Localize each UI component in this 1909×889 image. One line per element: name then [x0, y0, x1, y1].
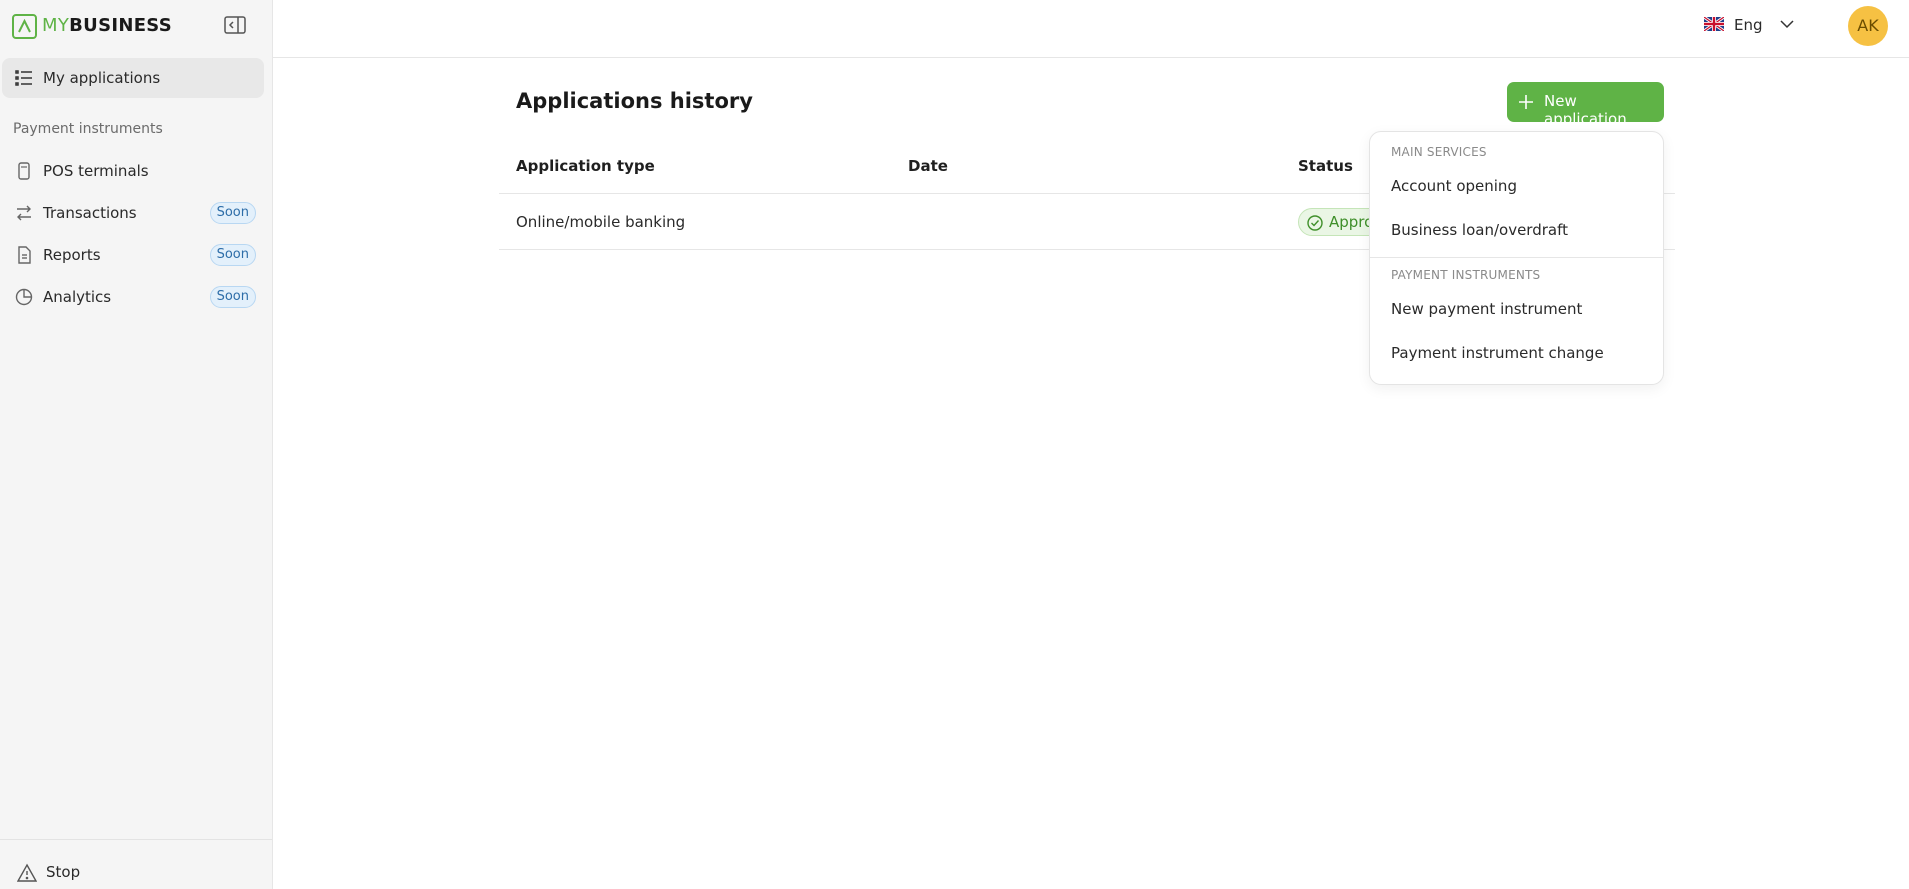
soon-badge: Soon	[209, 244, 256, 266]
sidebar-item-label: Transactions	[43, 204, 137, 222]
sidebar-item-analytics[interactable]: Analytics Soon	[2, 277, 264, 317]
menu-divider	[1370, 257, 1663, 258]
menu-item-label: New payment instrument	[1391, 300, 1583, 318]
status-label: Appro	[1329, 213, 1374, 231]
new-application-label: New application	[1544, 92, 1627, 128]
warning-icon	[17, 863, 37, 882]
logo-icon	[12, 14, 37, 39]
menu-item-label: Account opening	[1391, 177, 1517, 195]
sidebar-item-transactions[interactable]: Transactions Soon	[2, 193, 264, 233]
column-header-type: Application type	[516, 157, 655, 175]
plus-icon	[1519, 95, 1533, 109]
menu-item-business-loan[interactable]: Business loan/overdraft	[1370, 212, 1663, 250]
new-application-menu: MAIN SERVICES Account opening Business l…	[1369, 131, 1664, 385]
menu-section-payment-instruments: PAYMENT INSTRUMENTS	[1391, 268, 1541, 282]
new-application-button[interactable]: New application	[1507, 82, 1664, 128]
top-bar: Eng AK	[273, 0, 1909, 58]
page-title: Applications history	[516, 89, 753, 113]
menu-item-new-payment-instrument[interactable]: New payment instrument	[1370, 291, 1663, 329]
menu-item-account-opening[interactable]: Account opening	[1370, 168, 1663, 206]
sidebar-footer: Stop	[0, 839, 272, 889]
sidebar-item-reports[interactable]: Reports Soon	[2, 235, 264, 275]
stop-label: Stop	[46, 863, 81, 881]
list-icon	[15, 69, 33, 87]
sidebar-item-my-applications[interactable]: My applications	[2, 58, 264, 98]
document-icon	[15, 246, 33, 264]
menu-section-main-services: MAIN SERVICES	[1391, 145, 1487, 159]
menu-item-label: Payment instrument change	[1391, 344, 1604, 362]
language-selector[interactable]: Eng	[1704, 15, 1799, 37]
check-circle-icon	[1307, 215, 1323, 231]
pos-terminal-icon	[15, 162, 33, 180]
app-root: MYBUSINESS My applications Payment instr…	[0, 0, 1909, 889]
sidebar-item-pos-terminals[interactable]: POS terminals	[2, 151, 264, 191]
soon-badge: Soon	[209, 286, 256, 308]
brand-name: MYBUSINESS	[42, 15, 173, 36]
chevron-down-icon	[1780, 20, 1794, 29]
transfer-arrows-icon	[15, 204, 33, 222]
column-header-status: Status	[1298, 157, 1353, 175]
uk-flag-icon	[1704, 17, 1724, 31]
sidebar-item-label: Reports	[43, 246, 101, 264]
language-label: Eng	[1734, 16, 1763, 34]
sidebar: MYBUSINESS My applications Payment instr…	[0, 0, 273, 889]
column-header-date: Date	[908, 157, 948, 175]
menu-item-payment-instrument-change[interactable]: Payment instrument change	[1370, 335, 1663, 373]
soon-badge: Soon	[209, 202, 256, 224]
sidebar-item-label: POS terminals	[43, 162, 149, 180]
sidebar-section-label: Payment instruments	[13, 121, 163, 137]
avatar[interactable]: AK	[1848, 6, 1888, 46]
collapse-sidebar-icon[interactable]	[224, 16, 246, 34]
pie-chart-icon	[15, 288, 33, 306]
sidebar-item-label: My applications	[43, 69, 161, 87]
application-type-cell: Online/mobile banking	[516, 213, 686, 231]
menu-item-label: Business loan/overdraft	[1391, 221, 1568, 239]
sidebar-item-label: Analytics	[43, 288, 112, 306]
